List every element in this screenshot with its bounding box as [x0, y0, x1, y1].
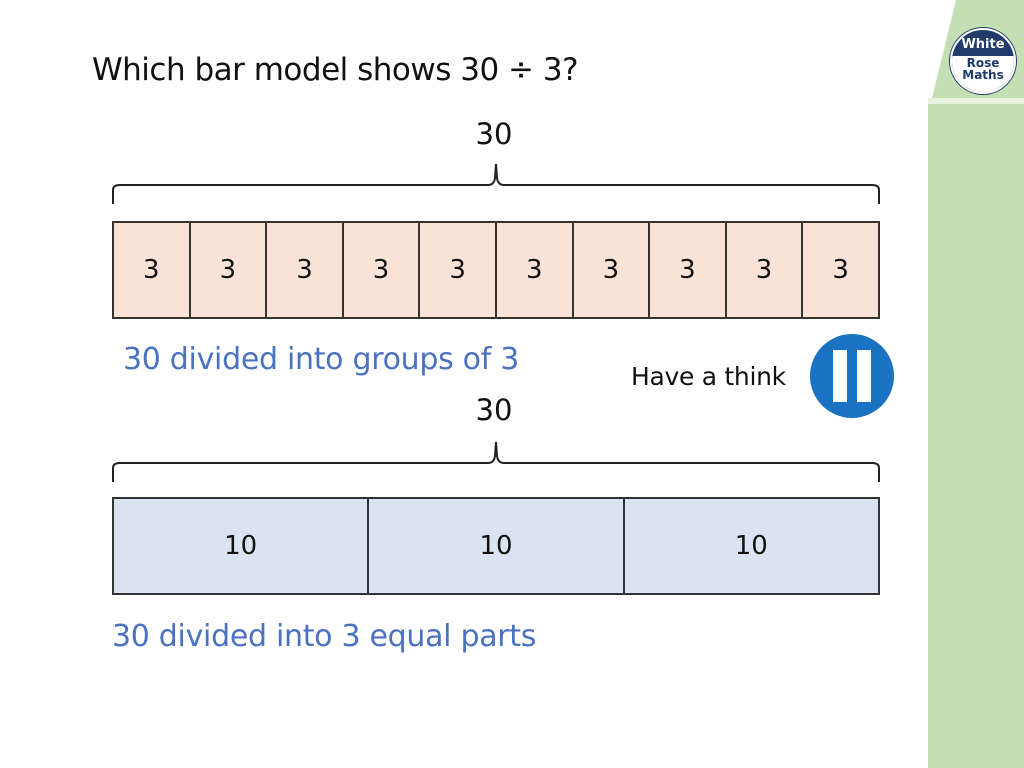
pause-button[interactable]	[810, 334, 894, 418]
logo-text-maths: Maths	[962, 68, 1004, 82]
model1-cell: 3	[190, 223, 268, 317]
model2-caption: 30 divided into 3 equal parts	[112, 619, 537, 654]
model1-cell: 3	[650, 223, 727, 317]
model2-total-label: 30	[475, 393, 513, 427]
model1-cell: 3	[114, 223, 191, 317]
model1-brace	[112, 163, 880, 204]
model1-cell: 3	[420, 223, 497, 317]
model1-cell: 3	[267, 223, 344, 317]
model1-cell: 3	[496, 223, 574, 317]
side-panel	[928, 0, 1024, 768]
white-rose-maths-logo: White Rose Maths	[950, 28, 1016, 94]
logo-text-white: White	[961, 37, 1005, 52]
model1-bar: 3333333333	[112, 221, 880, 319]
model1-total-label: 30	[475, 117, 513, 151]
pause-icon	[833, 350, 847, 402]
model2-bar: 10 10 10	[112, 497, 880, 595]
model1-caption: 30 divided into groups of 3	[123, 342, 519, 377]
model1-cell: 3	[343, 223, 421, 317]
have-a-think-label: Have a think	[631, 362, 786, 391]
model2-cell: 10	[114, 499, 370, 593]
model1-cell: 3	[573, 223, 651, 317]
model1-cell: 3	[803, 223, 878, 317]
question-title: Which bar model shows 30 ÷ 3?	[92, 52, 579, 88]
model2-cell: 10	[369, 499, 625, 593]
model1-cell: 3	[726, 223, 804, 317]
model2-brace	[112, 441, 880, 482]
pause-icon-bar	[857, 350, 871, 402]
model2-cell: 10	[624, 499, 878, 593]
